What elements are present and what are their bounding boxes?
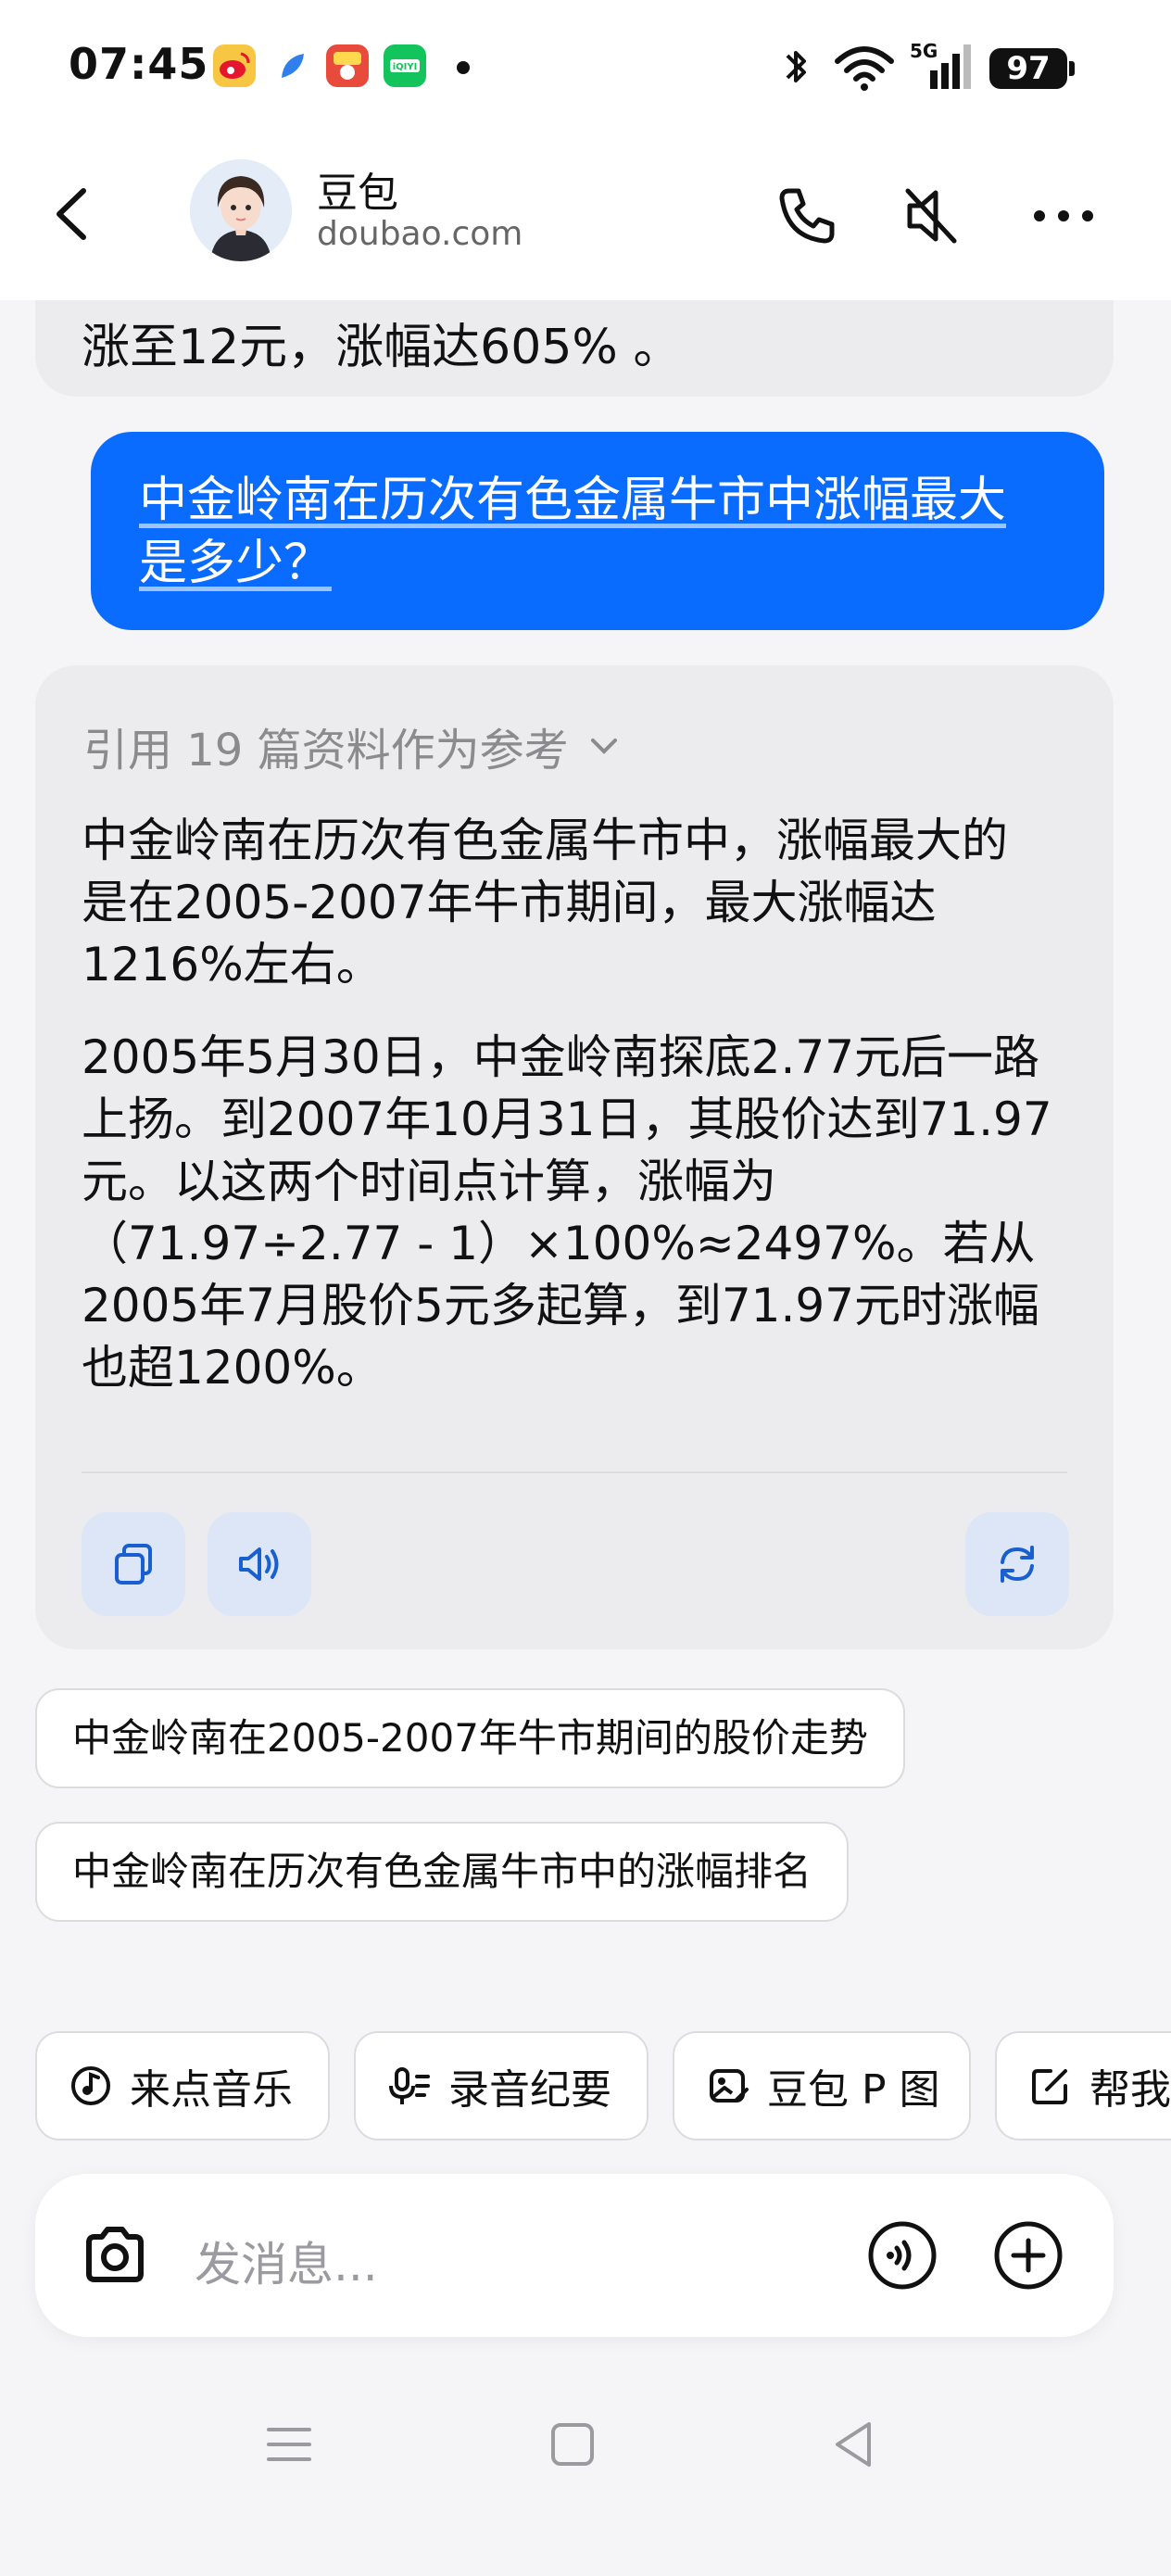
waimai-app-icon <box>326 44 369 87</box>
references-label: 引用 19 篇资料作为参考 <box>83 725 569 777</box>
suggestion-chip[interactable]: 中金岭南在2005-2007年牛市期间的股价走势 <box>35 1688 905 1788</box>
notification-dot <box>457 61 470 74</box>
voice-wave-icon <box>868 2221 937 2290</box>
quick-action-image-edit[interactable]: 豆包 P 图 <box>673 2031 971 2140</box>
more-button[interactable] <box>1026 195 1101 237</box>
cellular-signal-icon: 5G <box>910 40 975 93</box>
back-button[interactable] <box>41 172 106 256</box>
mic-notes-icon <box>389 2067 430 2104</box>
system-back-button[interactable] <box>826 2417 882 2472</box>
menu-icon <box>267 2428 311 2461</box>
bot-name: 豆包 <box>317 170 398 217</box>
weibo-icon <box>213 44 256 87</box>
call-button[interactable] <box>773 182 841 250</box>
message-input[interactable]: 发消息... <box>195 2228 378 2294</box>
copy-button[interactable] <box>82 1512 185 1616</box>
quick-action-label: 录音纪要 <box>448 2066 611 2114</box>
edit-icon <box>1032 2069 1067 2104</box>
quick-action-label: 豆包 P 图 <box>767 2066 940 2114</box>
message-input-bar: 发消息... <box>35 2174 1114 2337</box>
phone-icon <box>779 188 835 244</box>
camera-icon <box>86 2227 144 2282</box>
mute-button[interactable] <box>897 180 965 252</box>
message-divider <box>82 1471 1067 1473</box>
quick-action-recording[interactable]: 录音纪要 <box>354 2031 648 2140</box>
home-icon <box>551 2423 594 2466</box>
chat-header: 豆包 doubao.com <box>0 139 1171 300</box>
back-icon <box>836 2422 871 2467</box>
quick-action-music[interactable]: 来点音乐 <box>35 2031 330 2140</box>
user-message-text: 中金岭南在历次有色金属牛市中涨幅最大 是多少？ <box>139 473 1007 591</box>
suggestion-chip[interactable]: 中金岭南在历次有色金属牛市中的涨幅排名 <box>35 1822 850 1922</box>
regenerate-button[interactable] <box>965 1512 1069 1616</box>
wifi-icon <box>834 41 895 93</box>
regenerate-icon <box>1001 1546 1034 1583</box>
speaker-muted-icon <box>905 188 957 244</box>
camera-button[interactable] <box>78 2218 152 2292</box>
quick-action-label: 帮我 <box>1089 2066 1171 2114</box>
svg-text:iQIYI: iQIYI <box>393 62 418 72</box>
quick-action-label: 来点音乐 <box>130 2066 293 2114</box>
previous-message-text: 涨至12元，涨幅达605% 。 <box>82 320 682 375</box>
bluetooth-icon <box>780 41 812 93</box>
more-icon <box>1034 210 1093 221</box>
read-aloud-button[interactable] <box>208 1512 311 1616</box>
chevron-down-icon <box>590 739 617 754</box>
music-icon <box>71 2066 110 2105</box>
answer-paragraph-2: 2005年5月30日，中金岭南探底2.77元后一路 上扬。到2007年10月31… <box>82 1030 1052 1395</box>
references-toggle[interactable]: 引用 19 篇资料作为参考 <box>83 713 623 778</box>
answer-paragraph-1: 中金岭南在历次有色金属牛市中，涨幅最大的 是在2005-2007年牛市期间，最大… <box>82 814 1008 991</box>
status-bar: 07:45 iQIYI 5G 97 <box>0 0 1171 139</box>
bot-message-bubble: 引用 19 篇资料作为参考 中金岭南在历次有色金属牛市中，涨幅最大的 是在200… <box>35 665 1114 1649</box>
image-edit-icon <box>710 2069 749 2102</box>
quick-action-write[interactable]: 帮我 <box>995 2031 1171 2140</box>
battery-indicator: 97 <box>989 48 1075 89</box>
system-nav-bar <box>0 2372 1171 2576</box>
home-button[interactable] <box>545 2417 600 2472</box>
speaker-icon <box>239 1547 279 1581</box>
avatar[interactable] <box>190 159 292 261</box>
add-button[interactable] <box>991 2218 1065 2292</box>
plus-circle-icon <box>994 2221 1063 2290</box>
recent-apps-button[interactable] <box>261 2417 317 2472</box>
voice-call-button[interactable] <box>865 2218 939 2292</box>
status-time: 07:45 <box>69 39 209 89</box>
chat-area[interactable]: 涨至12元，涨幅达605% 。 中金岭南在历次有色金属牛市中涨幅最大 是多少？ … <box>0 300 1171 2014</box>
user-message-bubble[interactable]: 中金岭南在历次有色金属牛市中涨幅最大 是多少？ <box>91 432 1104 630</box>
svg-text:5G: 5G <box>910 41 938 62</box>
iqiyi-icon: iQIYI <box>384 44 426 87</box>
chevron-left-icon <box>57 188 86 240</box>
previous-bot-message: 涨至12元，涨幅达605% 。 <box>35 300 1114 397</box>
bot-domain: doubao.com <box>317 215 523 253</box>
copy-icon <box>115 1544 152 1585</box>
feather-app-icon <box>271 44 313 87</box>
